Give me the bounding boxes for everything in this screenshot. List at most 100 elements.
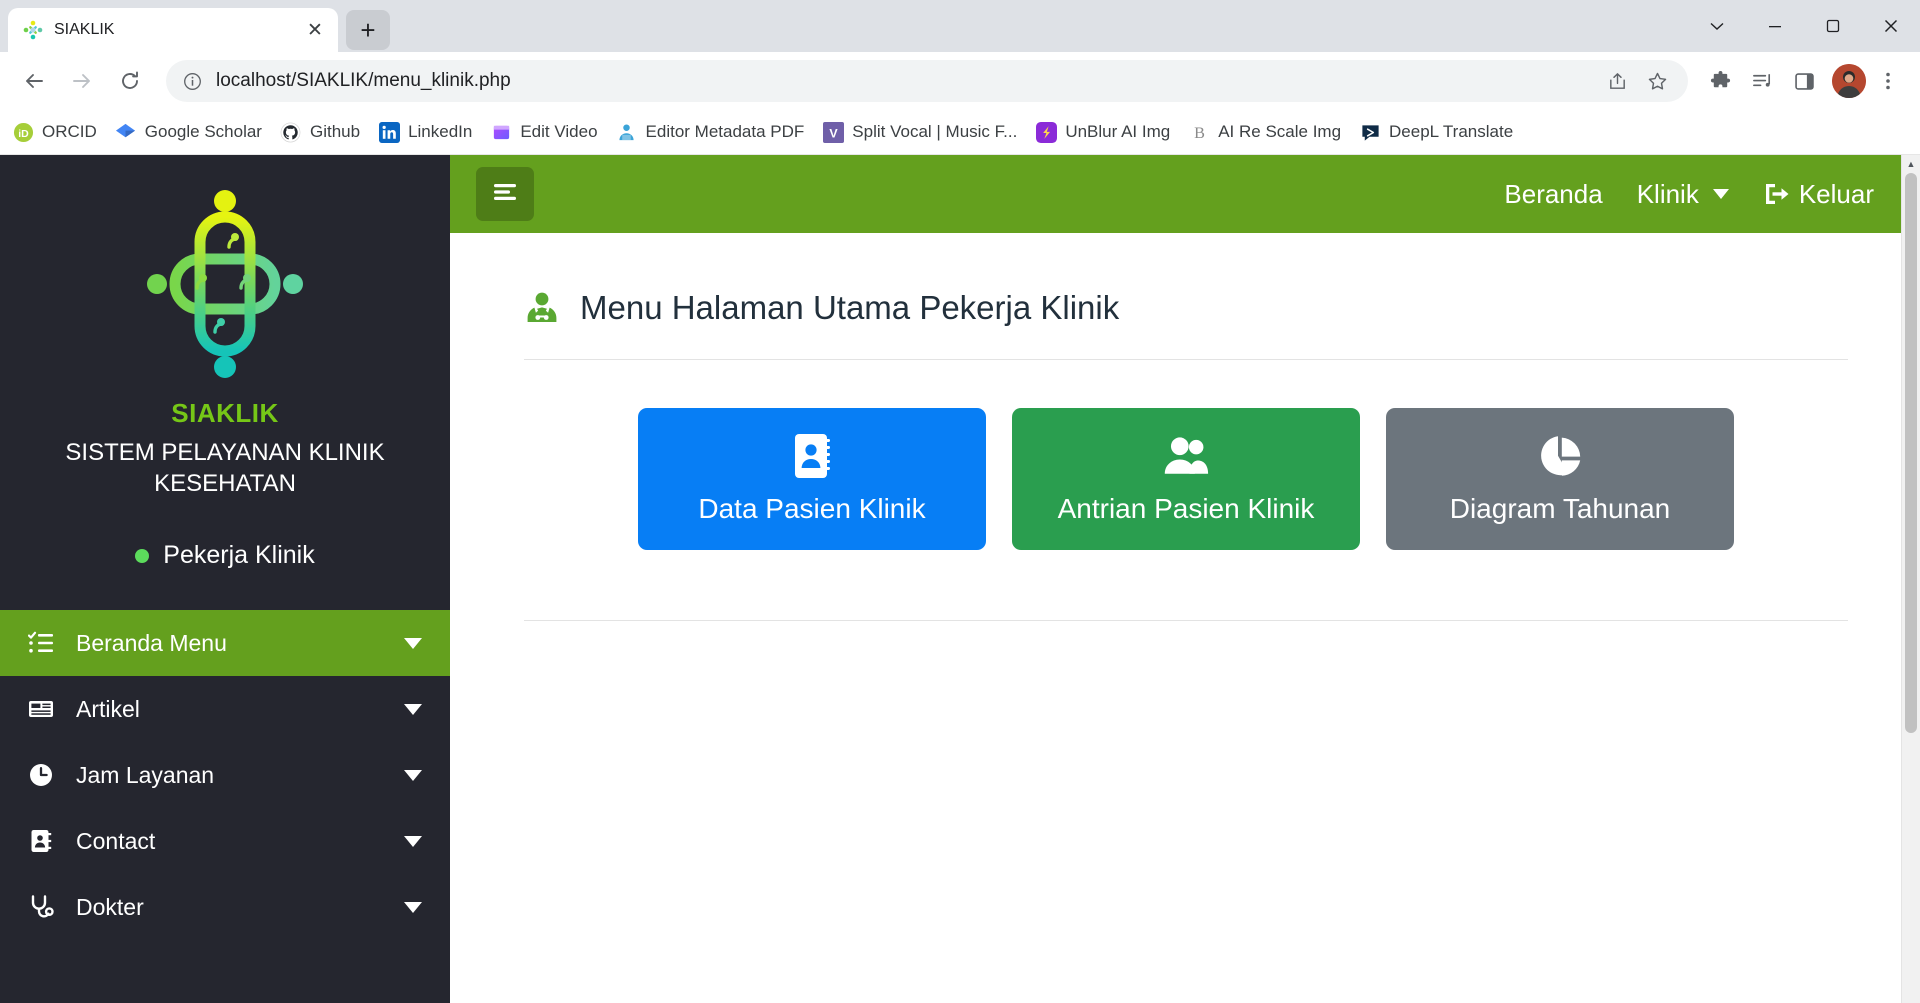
page-inner: Menu Halaman Utama Pekerja Klinik Data P… bbox=[450, 233, 1920, 621]
main-content: Beranda Klinik Keluar Menu Halaman Utama… bbox=[450, 155, 1920, 1003]
user-doctor-icon bbox=[524, 290, 560, 326]
bookmark-label: Edit Video bbox=[520, 122, 598, 141]
sidebar-logo bbox=[0, 155, 450, 384]
bookmark-github[interactable]: Github bbox=[280, 121, 360, 143]
sign-out-icon bbox=[1763, 181, 1791, 207]
sidebar-item-contact[interactable]: Contact bbox=[0, 808, 450, 874]
caret-down-icon[interactable] bbox=[404, 703, 422, 715]
sidebar-toggle-button[interactable] bbox=[476, 167, 534, 221]
bookmark-label: UnBlur AI Img bbox=[1065, 122, 1171, 141]
nav-link-klinik[interactable]: Klinik bbox=[1637, 179, 1729, 210]
bookmark-label: Google Scholar bbox=[144, 122, 262, 141]
close-window-button[interactable] bbox=[1862, 0, 1920, 52]
newspaper-icon bbox=[28, 696, 54, 722]
hamburger-menu-icon bbox=[492, 181, 518, 208]
card-label: Data Pasien Klinik bbox=[698, 493, 926, 524]
google-scholar-icon bbox=[115, 121, 137, 143]
maximize-button[interactable] bbox=[1804, 0, 1862, 52]
sidebar-item-beranda-menu[interactable]: Beranda Menu bbox=[0, 610, 450, 677]
bookmark-google-scholar[interactable]: Google Scholar bbox=[115, 121, 262, 143]
browser-tab[interactable]: SIAKLIK ✕ bbox=[8, 8, 338, 52]
caret-down-icon[interactable] bbox=[404, 835, 422, 847]
siaklik-logo-icon bbox=[22, 19, 44, 41]
page-title-text: Menu Halaman Utama Pekerja Klinik bbox=[580, 289, 1120, 326]
scroll-up-arrow[interactable]: ▲ bbox=[1902, 155, 1920, 173]
more-menu-icon[interactable] bbox=[1868, 59, 1908, 103]
svg-text:B: B bbox=[1194, 124, 1205, 142]
reload-button[interactable] bbox=[108, 59, 152, 103]
navbar-links: Beranda Klinik Keluar bbox=[1504, 179, 1894, 210]
bookmark-label: Github bbox=[309, 122, 361, 141]
forward-button[interactable] bbox=[60, 59, 104, 103]
caret-down-icon[interactable] bbox=[404, 769, 422, 781]
side-panel-icon[interactable] bbox=[1784, 59, 1824, 103]
edit-video-icon bbox=[490, 121, 512, 143]
browser-window: SIAKLIK ✕ + localhost/SIAKLIK/menu_klini… bbox=[0, 0, 1920, 1003]
sidebar: SIAKLIK SISTEM PELAYANAN KLINIK KESEHATA… bbox=[0, 155, 450, 1003]
sidebar-user: Pekerja Klinik bbox=[0, 541, 450, 610]
online-status-dot bbox=[135, 548, 150, 563]
new-tab-button[interactable]: + bbox=[346, 10, 390, 50]
back-button[interactable] bbox=[12, 59, 56, 103]
window-controls bbox=[1688, 0, 1920, 52]
sidebar-item-dokter[interactable]: Dokter bbox=[0, 874, 450, 940]
sidebar-menu: Beranda Menu Artikel Jam Layanan Contact… bbox=[0, 610, 450, 940]
caret-down-icon[interactable] bbox=[404, 637, 422, 649]
bookmark-split-vocal[interactable]: V Split Vocal | Music F... bbox=[822, 121, 1017, 143]
profile-avatar[interactable] bbox=[1832, 64, 1866, 98]
extensions-puzzle-icon[interactable] bbox=[1700, 59, 1740, 103]
site-info-icon[interactable] bbox=[180, 69, 204, 93]
bookmark-label: LinkedIn bbox=[408, 122, 473, 141]
bookmark-deepl-translate[interactable]: DeepL Translate bbox=[1359, 121, 1513, 143]
nav-link-beranda[interactable]: Beranda bbox=[1504, 179, 1602, 210]
bookmark-orcid[interactable]: iD ORCID bbox=[12, 121, 97, 143]
siaklik-cross-logo bbox=[145, 189, 305, 384]
card-data-pasien-klinik[interactable]: Data Pasien Klinik bbox=[638, 408, 986, 550]
share-icon[interactable] bbox=[1600, 64, 1634, 98]
bookmark-ai-rescale-img[interactable]: B AI Re Scale Img bbox=[1188, 121, 1341, 143]
caret-down-icon[interactable] bbox=[404, 901, 422, 913]
media-list-icon[interactable] bbox=[1742, 59, 1782, 103]
bookmarks-bar: iD ORCID Google Scholar Github LinkedIn bbox=[0, 110, 1920, 155]
rescale-icon: B bbox=[1188, 121, 1210, 143]
bookmark-label: ORCID bbox=[42, 122, 97, 141]
content-divider bbox=[524, 620, 1848, 621]
card-antrian-pasien-klinik[interactable]: Antrian Pasien Klinik bbox=[1012, 408, 1360, 550]
sidebar-item-jam-layanan[interactable]: Jam Layanan bbox=[0, 742, 450, 808]
bookmark-label: DeepL Translate bbox=[1389, 122, 1514, 141]
tab-close-icon[interactable]: ✕ bbox=[302, 17, 328, 43]
svg-text:iD: iD bbox=[18, 127, 29, 139]
deepl-icon bbox=[1359, 121, 1381, 143]
nav-link-label: Klinik bbox=[1636, 178, 1699, 209]
page-scrollbar[interactable]: ▲ bbox=[1901, 155, 1920, 1003]
tab-search-button[interactable] bbox=[1688, 0, 1746, 52]
bookmark-edit-video[interactable]: Edit Video bbox=[490, 121, 598, 143]
bookmark-label: Split Vocal | Music F... bbox=[852, 122, 1018, 141]
user-role-label: Pekerja Klinik bbox=[163, 541, 315, 570]
users-icon bbox=[1163, 433, 1209, 479]
sidebar-item-artikel[interactable]: Artikel bbox=[0, 676, 450, 742]
address-bar[interactable]: localhost/SIAKLIK/menu_klinik.php bbox=[166, 60, 1688, 102]
scrollbar-thumb[interactable] bbox=[1905, 173, 1917, 733]
tab-strip: SIAKLIK ✕ + bbox=[0, 0, 1920, 52]
bookmark-editor-metadata-pdf[interactable]: Editor Metadata PDF bbox=[616, 121, 805, 143]
nav-link-keluar[interactable]: Keluar bbox=[1763, 179, 1874, 210]
card-label: Diagram Tahunan bbox=[1449, 493, 1671, 524]
chevron-down-icon bbox=[1712, 189, 1729, 199]
minimize-button[interactable] bbox=[1746, 0, 1804, 52]
sidebar-brand: SIAKLIK SISTEM PELAYANAN KLINIK KESEHATA… bbox=[0, 384, 450, 499]
card-label: Antrian Pasien Klinik bbox=[1057, 493, 1315, 524]
nav-link-label: Beranda bbox=[1504, 178, 1603, 209]
orcid-icon: iD bbox=[12, 121, 34, 143]
bookmark-label: Editor Metadata PDF bbox=[645, 122, 805, 141]
list-check-icon bbox=[28, 630, 54, 656]
bookmark-linkedin[interactable]: LinkedIn bbox=[378, 121, 472, 143]
metadata-editor-icon bbox=[616, 121, 638, 143]
bookmark-unblur-ai-img[interactable]: UnBlur AI Img bbox=[1035, 121, 1170, 143]
linkedin-icon bbox=[378, 121, 400, 143]
card-diagram-tahunan[interactable]: Diagram Tahunan bbox=[1386, 408, 1734, 550]
stethoscope-icon bbox=[28, 894, 54, 920]
github-icon bbox=[280, 121, 302, 143]
pie-chart-icon bbox=[1537, 433, 1583, 479]
star-icon[interactable] bbox=[1640, 64, 1674, 98]
